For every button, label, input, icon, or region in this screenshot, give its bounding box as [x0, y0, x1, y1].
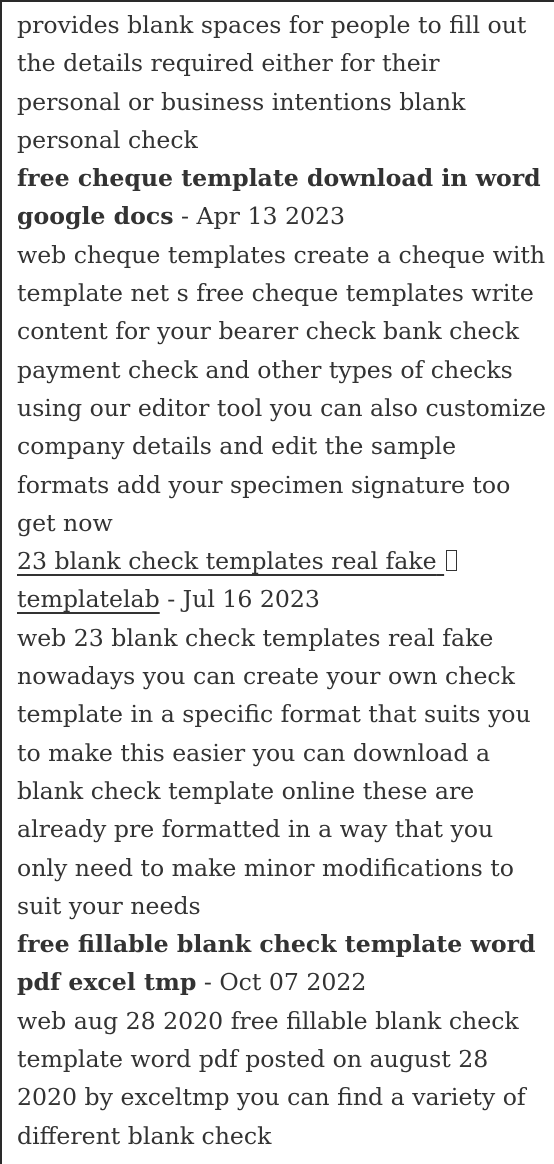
result-heading-cheque-template: free cheque template download in word go… [17, 159, 548, 236]
article-body: provides blank spaces for people to fill… [0, 0, 554, 1164]
result-heading-fillable-check: free fillable blank check template word … [17, 925, 548, 1002]
heading-date: - Jul 16 2023 [159, 585, 320, 614]
paragraph-blank-check-templates: web 23 blank check templates real fake n… [17, 623, 531, 920]
heading-link-text-line2[interactable]: templatelab [17, 585, 160, 613]
result-heading-templatelab: 23 blank check templates real fake templ… [17, 542, 548, 619]
paragraph-intro: provides blank spaces for people to fill… [17, 11, 527, 154]
missing-glyph-icon [446, 550, 458, 572]
heading-date: - Apr 13 2023 [173, 202, 346, 231]
paragraph-cheque-templates: web cheque templates create a cheque wit… [17, 240, 546, 537]
paragraph-fillable-check: web aug 28 2020 free fillable blank chec… [17, 1006, 526, 1150]
heading-link-text[interactable]: 23 blank check templates real fake [17, 547, 437, 575]
heading-date: - Oct 07 2022 [196, 968, 367, 997]
